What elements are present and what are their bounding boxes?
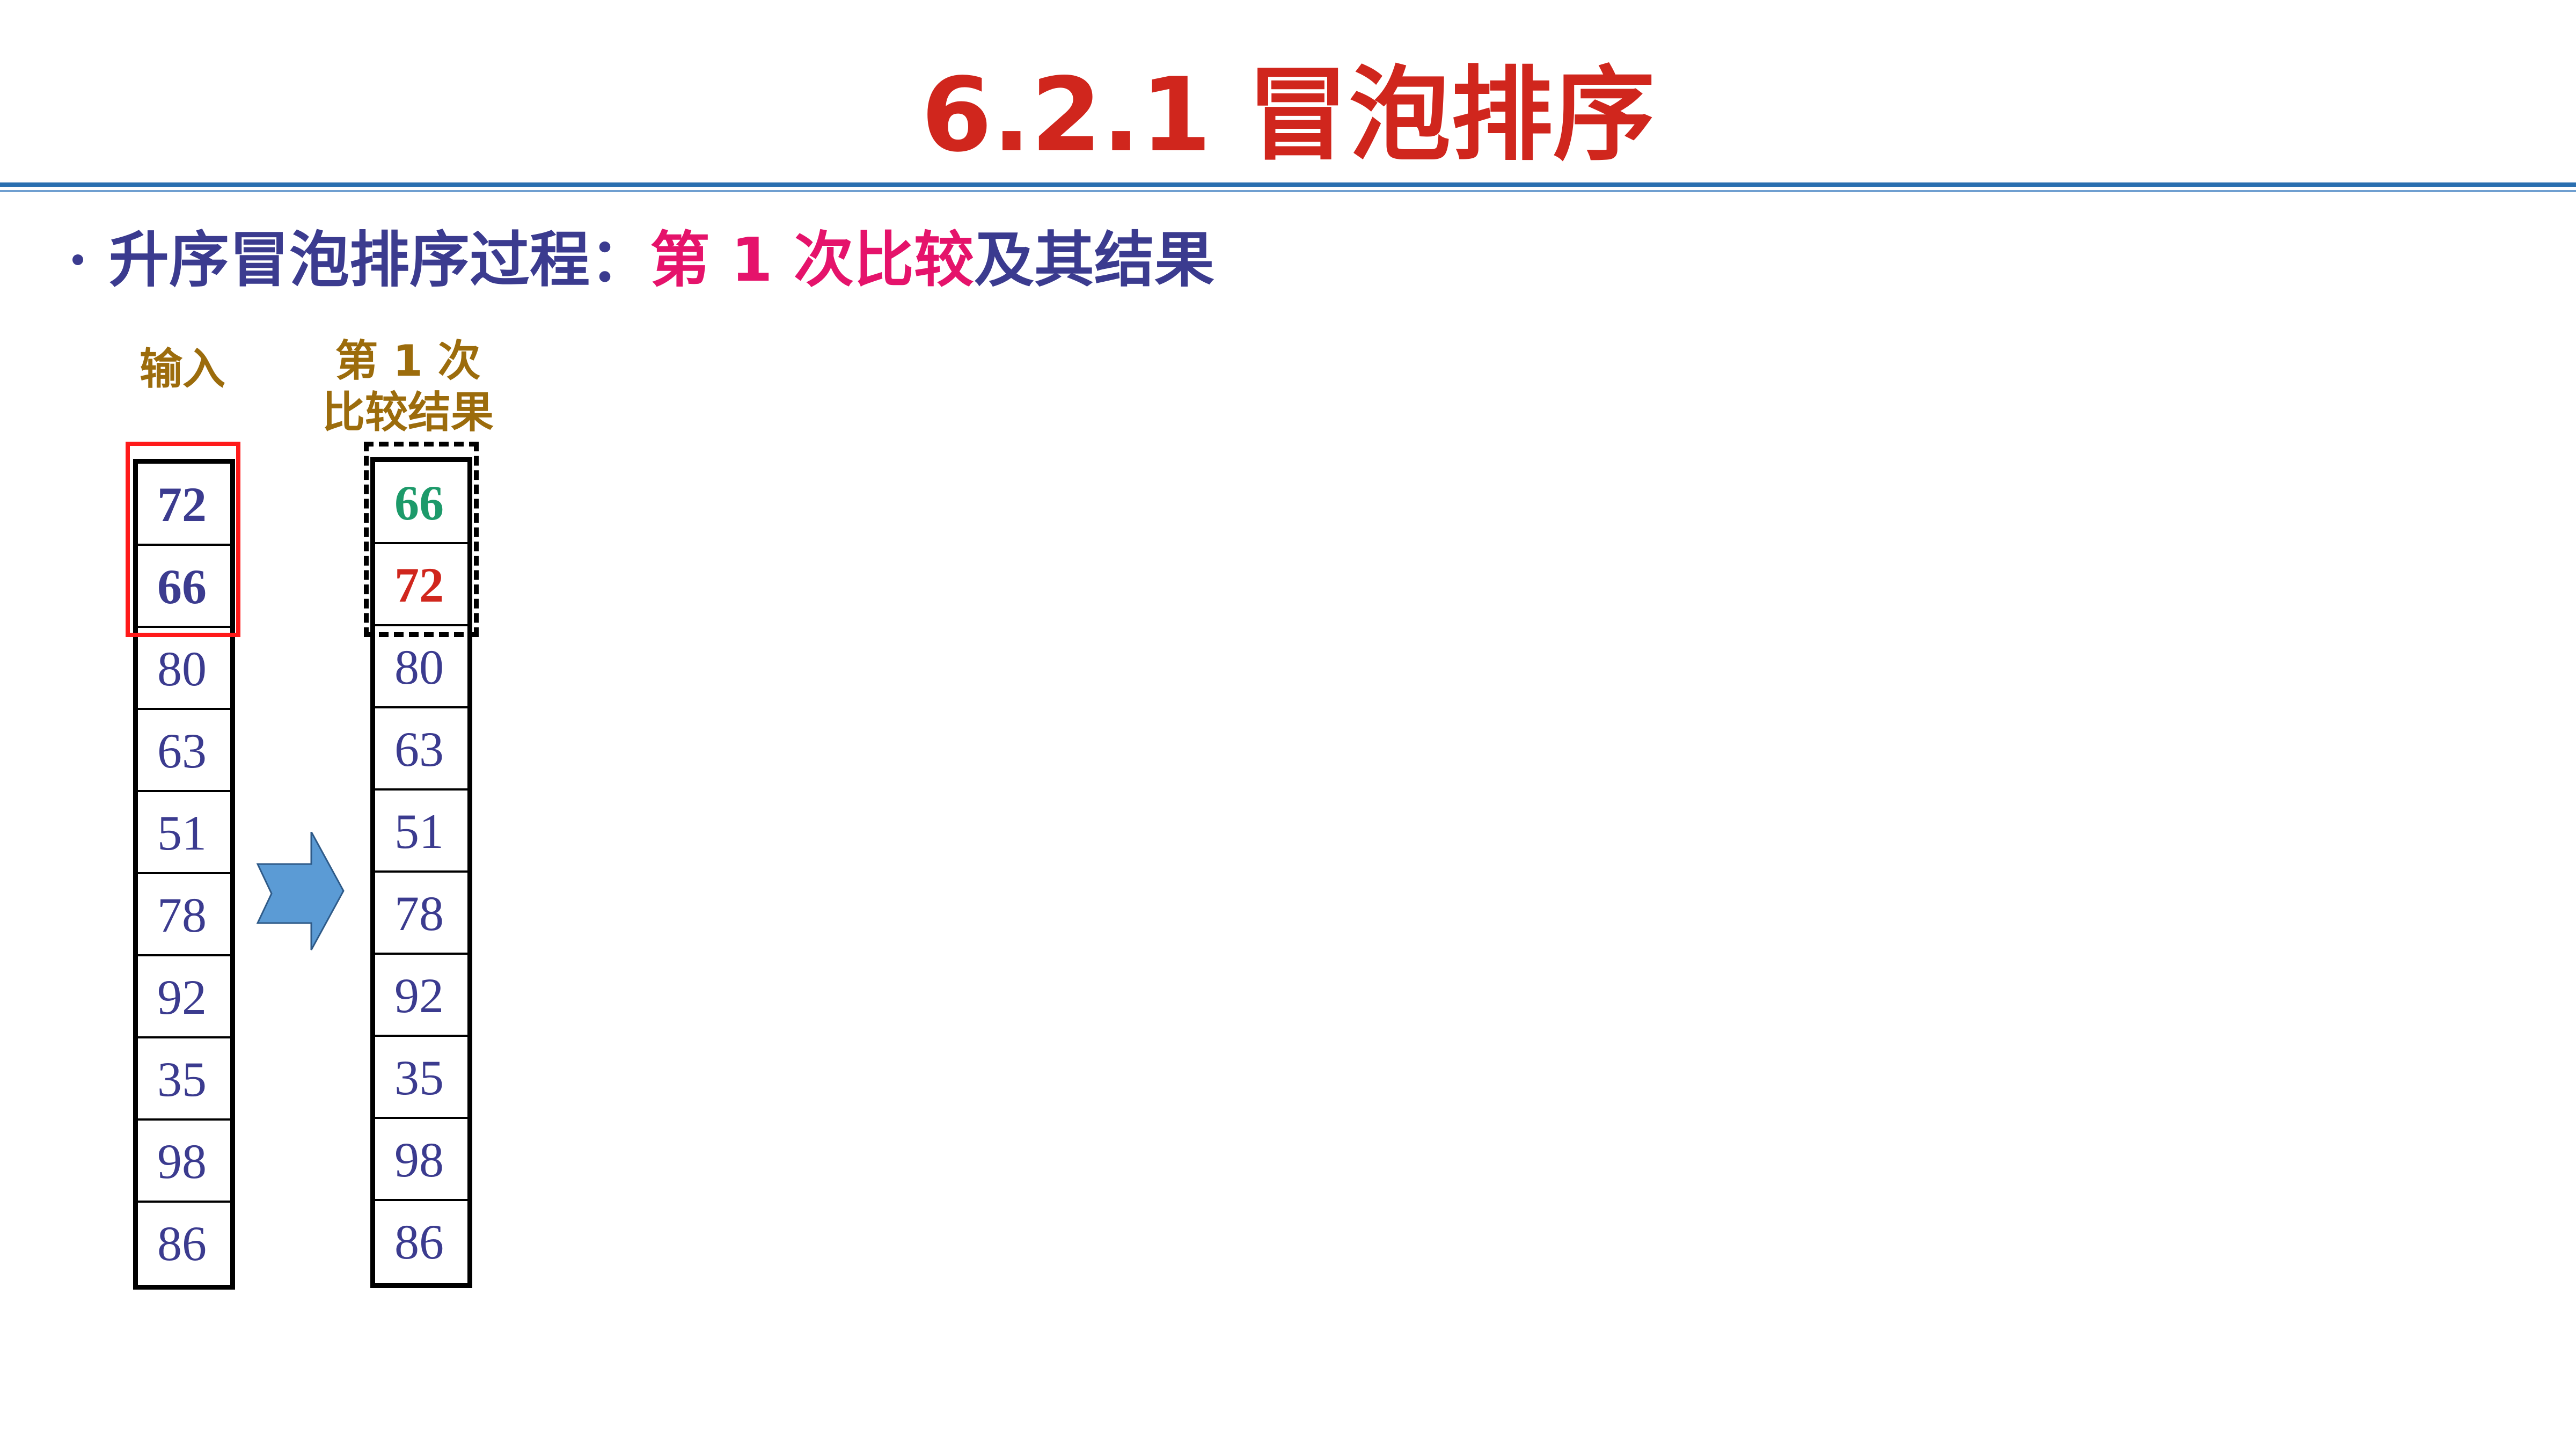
result-cell: 78 xyxy=(375,873,467,955)
input-cell: 63 xyxy=(138,710,230,792)
slide-title: 6.2.1 冒泡排序 xyxy=(921,56,1655,174)
result-label-line1: 第 1 次 xyxy=(335,336,481,386)
input-cell: 86 xyxy=(157,1216,207,1271)
bullet-line: 升序冒泡排序过程：第 1 次比较及其结果 xyxy=(72,217,1214,303)
result-label-line2: 比较结果 xyxy=(322,387,494,437)
result-cell: 98 xyxy=(375,1119,467,1201)
input-cell: 51 xyxy=(138,792,230,874)
title-divider-top xyxy=(0,182,2576,187)
input-label-text: 输入 xyxy=(140,344,225,394)
input-cell: 35 xyxy=(138,1038,230,1121)
swapped-pair-frame xyxy=(364,442,479,637)
bullet-suffix: 及其结果 xyxy=(974,225,1214,295)
result-column-label: 第 1 次 比较结果 xyxy=(301,335,515,438)
bullet-dot-icon xyxy=(72,254,83,266)
input-cell: 92 xyxy=(138,956,230,1038)
compare-highlight-frame xyxy=(126,442,240,637)
input-cell: 80 xyxy=(138,628,230,710)
result-cell: 63 xyxy=(375,708,467,791)
bullet-highlight: 第 1 次比较 xyxy=(650,225,974,295)
result-cell: 86 xyxy=(394,1214,444,1269)
right-arrow-icon xyxy=(256,832,345,950)
bullet-prefix: 升序冒泡排序过程： xyxy=(109,225,650,295)
title-divider-bottom xyxy=(0,190,2576,192)
result-cell: 92 xyxy=(375,955,467,1037)
result-cell: 35 xyxy=(375,1037,467,1119)
input-column-label: 输入 xyxy=(102,343,263,395)
result-cell: 51 xyxy=(375,791,467,873)
result-cell: 80 xyxy=(375,626,467,708)
input-cell: 78 xyxy=(138,874,230,956)
input-cell: 98 xyxy=(138,1121,230,1203)
